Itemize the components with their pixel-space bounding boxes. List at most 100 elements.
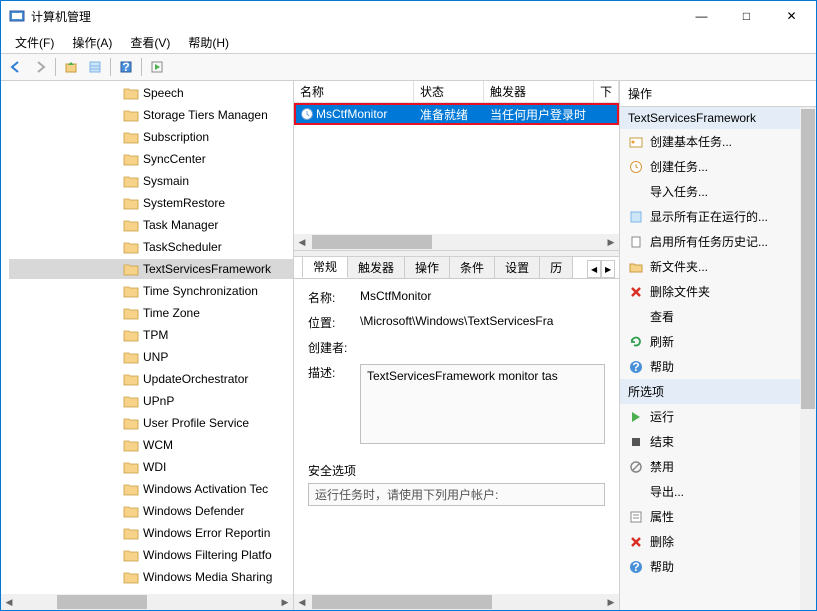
tree-item[interactable]: Time Synchronization bbox=[9, 281, 293, 301]
task-hscroll[interactable]: ◀ ▶ bbox=[294, 234, 619, 250]
location-value: \Microsoft\Windows\TextServicesFra bbox=[360, 314, 605, 328]
action-view[interactable]: 查看 ▶ bbox=[620, 304, 816, 329]
menu-view[interactable]: 查看(V) bbox=[122, 32, 178, 53]
tree-item[interactable]: Windows Defender bbox=[9, 501, 293, 521]
task-row[interactable]: MsCtfMonitor 准备就绪 当任何用户登录时 bbox=[294, 103, 619, 125]
svg-text:?: ? bbox=[632, 360, 639, 374]
tree-item[interactable]: SyncCenter bbox=[9, 149, 293, 169]
tree-item[interactable]: Windows Error Reportin bbox=[9, 523, 293, 543]
close-button[interactable]: ✕ bbox=[769, 1, 814, 31]
tree-item[interactable]: Windows Filtering Platfo bbox=[9, 545, 293, 565]
tab-general[interactable]: 常规 bbox=[302, 257, 348, 278]
author-label: 创建者: bbox=[308, 339, 360, 356]
tree-item-label: Windows Defender bbox=[143, 504, 244, 518]
action-delete[interactable]: 删除 bbox=[620, 529, 816, 554]
action-create-task[interactable]: 创建任务... bbox=[620, 154, 816, 179]
folder-icon bbox=[123, 130, 139, 144]
tab-actions[interactable]: 操作 bbox=[404, 257, 450, 278]
tree-item[interactable]: Windows Media Sharing bbox=[9, 567, 293, 587]
detail-hscroll[interactable]: ◀ ▶ bbox=[294, 594, 619, 610]
tree-item[interactable]: WCM bbox=[9, 435, 293, 455]
back-button[interactable] bbox=[5, 56, 27, 78]
tree-item-label: UpdateOrchestrator bbox=[143, 372, 248, 386]
tab-conditions[interactable]: 条件 bbox=[449, 257, 495, 278]
tree-item-label: UPnP bbox=[143, 394, 174, 408]
tree-list[interactable]: SpeechStorage Tiers ManagenSubscriptionS… bbox=[1, 81, 293, 610]
tree-item[interactable]: WDI bbox=[9, 457, 293, 477]
tree-item[interactable]: Storage Tiers Managen bbox=[9, 105, 293, 125]
tree-item[interactable]: TaskScheduler bbox=[9, 237, 293, 257]
action-vscroll[interactable] bbox=[800, 107, 816, 610]
tree-item-label: TaskScheduler bbox=[143, 240, 222, 254]
tree-item[interactable]: Task Manager bbox=[9, 215, 293, 235]
action-refresh[interactable]: 刷新 bbox=[620, 329, 816, 354]
tree-item[interactable]: User Profile Service bbox=[9, 413, 293, 433]
maximize-button[interactable]: □ bbox=[724, 1, 769, 31]
tree-item[interactable]: UPnP bbox=[9, 391, 293, 411]
folder-icon bbox=[123, 306, 139, 320]
tree-item[interactable]: UpdateOrchestrator bbox=[9, 369, 293, 389]
task-status: 准备就绪 bbox=[416, 106, 486, 123]
tree-item-label: Time Synchronization bbox=[143, 284, 258, 298]
tab-next[interactable]: ▶ bbox=[601, 260, 615, 278]
svg-text:?: ? bbox=[122, 60, 129, 74]
refresh-icon bbox=[628, 334, 644, 350]
col-next[interactable]: 下 bbox=[594, 81, 619, 102]
menu-help[interactable]: 帮助(H) bbox=[180, 32, 237, 53]
tree-hscroll[interactable]: ◀ ▶ bbox=[1, 594, 293, 610]
tree-item[interactable]: TextServicesFramework bbox=[9, 259, 293, 279]
folder-icon bbox=[123, 416, 139, 430]
desc-value[interactable]: TextServicesFramework monitor tas bbox=[360, 364, 605, 444]
action-delete-folder[interactable]: 删除文件夹 bbox=[620, 279, 816, 304]
run-button[interactable] bbox=[146, 56, 168, 78]
folder-icon bbox=[123, 240, 139, 254]
scroll-right-icon[interactable]: ▶ bbox=[277, 594, 293, 610]
task-list-header: 名称 状态 触发器 下 bbox=[294, 81, 619, 103]
detail-tabs: 常规 触发器 操作 条件 设置 历 ◀ ▶ bbox=[294, 257, 619, 279]
action-group-selected[interactable]: 所选项▲ bbox=[620, 379, 816, 404]
folder-icon bbox=[123, 438, 139, 452]
up-button[interactable] bbox=[60, 56, 82, 78]
col-status[interactable]: 状态 bbox=[414, 81, 484, 102]
tab-settings[interactable]: 设置 bbox=[494, 257, 540, 278]
action-enable-history[interactable]: 启用所有任务历史记... bbox=[620, 229, 816, 254]
tree-item[interactable]: Speech bbox=[9, 83, 293, 103]
action-properties[interactable]: 属性 bbox=[620, 504, 816, 529]
scroll-left-icon[interactable]: ◀ bbox=[1, 594, 17, 610]
tree-item-label: Windows Media Sharing bbox=[143, 570, 272, 584]
tree-item-label: UNP bbox=[143, 350, 168, 364]
action-end[interactable]: 结束 bbox=[620, 429, 816, 454]
tab-prev[interactable]: ◀ bbox=[587, 260, 601, 278]
menu-action[interactable]: 操作(A) bbox=[64, 32, 120, 53]
folder-icon bbox=[123, 526, 139, 540]
forward-button[interactable] bbox=[29, 56, 51, 78]
tab-history[interactable]: 历 bbox=[539, 257, 573, 278]
tree-item[interactable]: Windows Activation Tec bbox=[9, 479, 293, 499]
col-trigger[interactable]: 触发器 bbox=[484, 81, 594, 102]
help-button[interactable]: ? bbox=[115, 56, 137, 78]
col-name[interactable]: 名称 bbox=[294, 81, 414, 102]
tree-item[interactable]: Sysmain bbox=[9, 171, 293, 191]
task-list: 名称 状态 触发器 下 MsCtfMonitor 准备就绪 当任何用户登录时 ◀… bbox=[294, 81, 619, 251]
action-new-folder[interactable]: 新文件夹... bbox=[620, 254, 816, 279]
action-help-2[interactable]: ? 帮助 bbox=[620, 554, 816, 579]
action-create-basic[interactable]: 创建基本任务... bbox=[620, 129, 816, 154]
tree-item[interactable]: Subscription bbox=[9, 127, 293, 147]
minimize-button[interactable]: — bbox=[679, 1, 724, 31]
action-disable[interactable]: 禁用 bbox=[620, 454, 816, 479]
tree-item[interactable]: TPM bbox=[9, 325, 293, 345]
tree-item-label: User Profile Service bbox=[143, 416, 249, 430]
action-import[interactable]: 导入任务... bbox=[620, 179, 816, 204]
menu-file[interactable]: 文件(F) bbox=[7, 32, 62, 53]
action-export[interactable]: 导出... bbox=[620, 479, 816, 504]
list-button[interactable] bbox=[84, 56, 106, 78]
tab-triggers[interactable]: 触发器 bbox=[347, 257, 405, 278]
tree-item[interactable]: UNP bbox=[9, 347, 293, 367]
action-group-context[interactable]: TextServicesFramework▲ bbox=[620, 107, 816, 129]
action-show-running[interactable]: 显示所有正在运行的... bbox=[620, 204, 816, 229]
folder-icon bbox=[123, 284, 139, 298]
action-run[interactable]: 运行 bbox=[620, 404, 816, 429]
action-help-1[interactable]: ? 帮助 bbox=[620, 354, 816, 379]
tree-item[interactable]: SystemRestore bbox=[9, 193, 293, 213]
tree-item[interactable]: Time Zone bbox=[9, 303, 293, 323]
